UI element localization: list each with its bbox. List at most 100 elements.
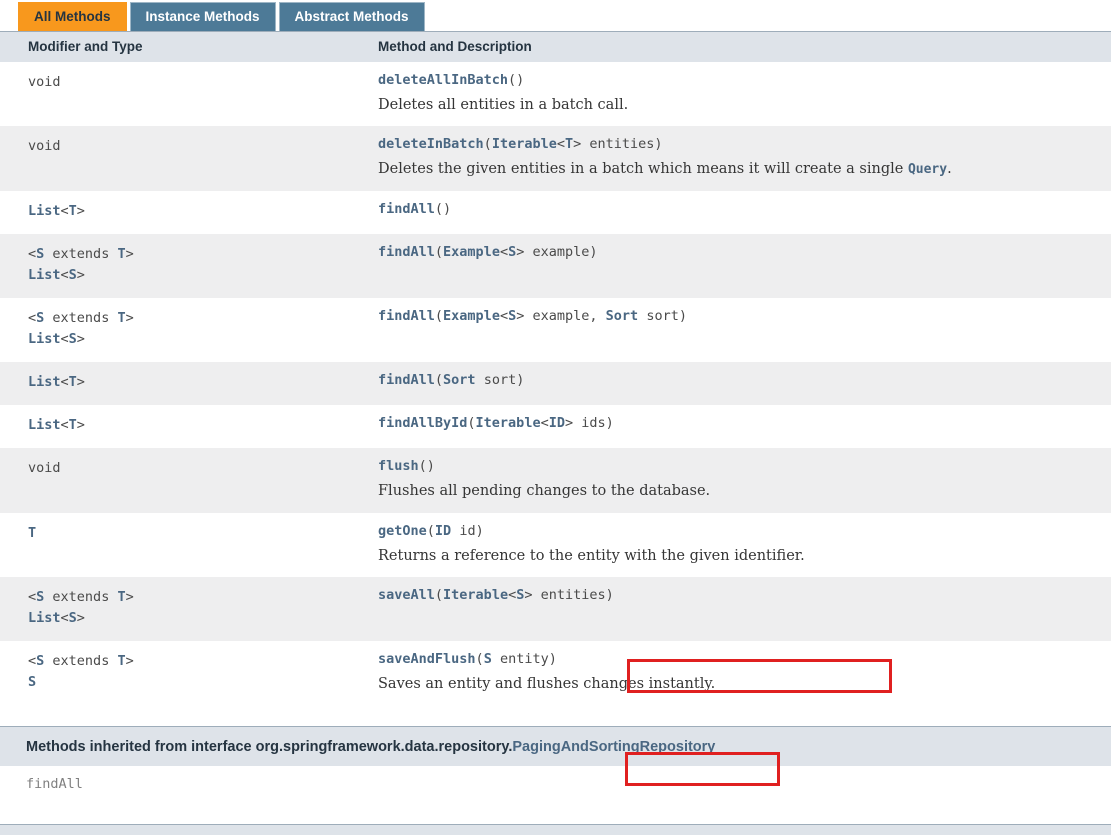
method-signature: flush() [378, 458, 1103, 474]
punctuation: > [516, 244, 533, 261]
type-link-id[interactable]: ID [435, 523, 451, 539]
return-type-link[interactable]: T [117, 589, 125, 605]
method-filter-tabs: All Methods Instance Methods Abstract Me… [0, 0, 1111, 31]
method-link-findall[interactable]: findAll [378, 201, 435, 217]
return-type-keyword: extends [52, 246, 110, 263]
punctuation: > [564, 414, 582, 431]
punctuation: ) [475, 522, 484, 539]
punctuation: () [508, 71, 525, 88]
type-link-example[interactable]: Example [443, 308, 500, 324]
return-type: void [28, 458, 362, 479]
punctuation: ) [605, 414, 614, 431]
return-type-link[interactable]: List [28, 203, 61, 219]
table-row: <S extends T> List<S> saveAll(Iterable<S> … [0, 577, 1111, 642]
description-text-tail: . [947, 161, 952, 178]
return-type-link[interactable]: List [28, 331, 61, 347]
punctuation: ( [434, 371, 444, 388]
return-type-link[interactable]: T [69, 417, 77, 433]
type-link-s[interactable]: S [508, 244, 516, 260]
table-row: List<T> findAll() [0, 191, 1111, 235]
method-summary-table: Modifier and Type Method and Description… [0, 31, 1111, 707]
return-type-punctuation: > [76, 330, 85, 347]
punctuation [476, 372, 484, 388]
table-row: TgetOne(ID id) Returns a reference to the… [0, 512, 1111, 578]
punctuation [492, 651, 500, 667]
method-link-flush[interactable]: flush [378, 458, 419, 474]
description-text: Deletes the given entities in a batch wh… [378, 161, 908, 178]
punctuation: ) [605, 587, 614, 604]
method-link-findall[interactable]: findAll [378, 372, 435, 388]
type-link-sort[interactable]: Sort [606, 308, 639, 324]
tab-all-methods-label: All Methods [34, 9, 111, 25]
type-link-example[interactable]: Example [443, 244, 500, 260]
return-type-link[interactable]: List [28, 610, 61, 626]
method-signature: saveAll(Iterable<S> entities) [378, 587, 1103, 603]
cell-method-and-description: findAll(Example<S> example) [370, 234, 1111, 298]
inherited-methods-list[interactable]: findAll [0, 766, 1111, 805]
tab-instance-methods[interactable]: Instance Methods [129, 2, 276, 31]
punctuation: () [418, 457, 435, 474]
type-link-iterable[interactable]: Iterable [492, 136, 557, 152]
return-type-keyword: extends [52, 310, 110, 326]
cell-modifier-and-type: void [0, 447, 370, 513]
method-link-saveall[interactable]: saveAll [378, 587, 435, 603]
punctuation: ) [654, 136, 663, 153]
method-link-saveandflush[interactable]: saveAndFlush [378, 651, 476, 667]
return-type-link[interactable]: S [69, 267, 77, 283]
method-parameters: (Example<S> example) [435, 244, 598, 260]
return-type-link[interactable]: T [69, 374, 77, 390]
return-type-link[interactable]: T [117, 653, 125, 669]
method-link-getone[interactable]: getOne [378, 523, 427, 539]
inherited-header-prefix: Methods inherited from interface org.spr… [26, 738, 513, 755]
punctuation: ) [589, 244, 598, 261]
return-type-punctuation: < [28, 589, 37, 606]
return-type-punctuation: > [76, 416, 85, 433]
return-type-link[interactable]: S [28, 674, 36, 690]
return-type-link[interactable]: T [69, 203, 77, 219]
method-link-deleteallinbatch[interactable]: deleteAllInBatch [378, 72, 508, 88]
type-link-t[interactable]: T [565, 136, 573, 152]
method-link-findallbyid[interactable]: findAllById [378, 415, 467, 431]
punctuation: > [524, 587, 541, 604]
table-row: < S extends T> SsaveAndFlush(S entity) Save… [0, 641, 1111, 707]
method-link-findall[interactable]: findAll [378, 308, 435, 324]
punctuation: ( [426, 522, 435, 539]
type-link-s[interactable]: S [508, 308, 516, 324]
cell-method-and-description: getOne(ID id) Returns a reference to the … [370, 512, 1111, 578]
type-link-iterable[interactable]: Iterable [443, 587, 508, 603]
cell-method-and-description: saveAndFlush(S entity) Saves an entity an… [370, 641, 1111, 707]
return-type-punctuation: > [125, 246, 134, 263]
return-type-link[interactable]: S [69, 331, 77, 347]
type-link-id[interactable]: ID [549, 415, 565, 431]
table-row: List<T> findAllById(Iterable<ID> ids) [0, 404, 1111, 448]
punctuation: ( [434, 587, 444, 604]
return-type: List<T> [28, 415, 362, 436]
method-parameters: (ID id) [427, 523, 484, 539]
return-type-punctuation: > [125, 589, 134, 606]
cell-modifier-and-type: List<T> [0, 361, 370, 405]
return-type-keyword: void [28, 138, 61, 155]
param-name: entity [499, 651, 549, 668]
return-type-link[interactable]: S [69, 610, 77, 626]
return-type-link[interactable]: T [117, 310, 125, 326]
return-type-link[interactable]: List [28, 267, 61, 283]
inherited-interface-link-pagingandsortingrepository[interactable]: PagingAndSortingRepository [512, 739, 715, 755]
tab-abstract-methods[interactable]: Abstract Methods [278, 2, 425, 31]
tab-all-methods[interactable]: All Methods [18, 2, 127, 31]
param-name: entities [589, 136, 655, 153]
description-link-query[interactable]: Query [908, 162, 947, 177]
return-type-link[interactable]: List [28, 374, 61, 390]
method-link-deleteinbatch[interactable]: deleteInBatch [378, 136, 484, 152]
return-type-keyword: void [28, 73, 61, 90]
return-type-link[interactable]: List [28, 417, 61, 433]
return-type: T [28, 523, 362, 544]
return-type-link[interactable]: T [28, 525, 36, 541]
method-description: Flushes all pending changes to the datab… [378, 482, 1103, 501]
type-link-s[interactable]: S [484, 651, 492, 667]
type-link-iterable[interactable]: Iterable [476, 415, 541, 431]
type-link-sort[interactable]: Sort [443, 372, 476, 388]
cell-method-and-description: findAll(Sort sort) [370, 361, 1111, 405]
method-link-findall[interactable]: findAll [378, 244, 435, 260]
return-type-link[interactable]: T [117, 246, 125, 262]
table-row: <S extends T> List<S> findAll(Example<S> e… [0, 298, 1111, 362]
